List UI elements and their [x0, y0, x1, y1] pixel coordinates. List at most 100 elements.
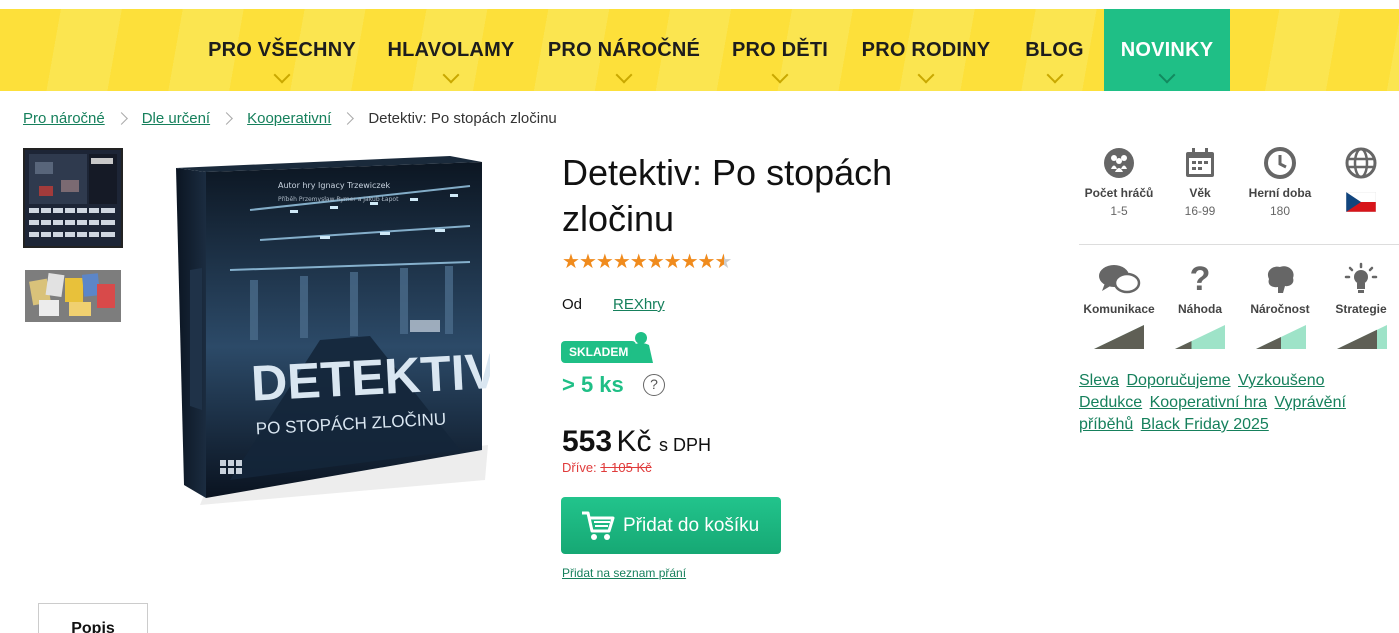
star-icon: ★	[629, 249, 648, 273]
tag-link[interactable]: Sleva	[1079, 372, 1119, 389]
attr-communication: Komunikace	[1074, 262, 1164, 316]
nav-pro-vsechny[interactable]: PRO VŠECHNY	[197, 9, 367, 91]
speech-bubbles-icon	[1099, 265, 1141, 294]
old-price: Dříve: 1 105 Kč	[562, 460, 652, 475]
czech-flag-icon	[1346, 192, 1376, 212]
attr-duration: Herní doba 180	[1235, 146, 1325, 218]
meter-strategy	[1337, 325, 1387, 349]
panel-divider	[1079, 244, 1399, 245]
question-mark-icon: ?	[1189, 260, 1211, 298]
nav-blog[interactable]: BLOG	[1010, 9, 1099, 91]
meter-track	[1175, 325, 1225, 349]
meter-fill	[1256, 337, 1281, 349]
old-price-value: 1 105 Kč	[600, 460, 652, 475]
nav-hlavolamy[interactable]: HLAVOLAMY	[372, 9, 530, 91]
star-icon: ★	[612, 249, 631, 273]
attr-language	[1316, 146, 1399, 212]
product-thumbnail[interactable]	[23, 148, 123, 248]
chevron-right-icon	[220, 111, 233, 125]
attr-difficulty: Náročnost	[1235, 262, 1325, 316]
meter-chance	[1175, 325, 1225, 349]
meter-difficulty	[1256, 325, 1306, 349]
box-artwork: Autor hry Ignacy Trzewiczek Příběh Przem…	[176, 156, 500, 505]
main-nav: PRO VŠECHNY HLAVOLAMY PRO NÁROČNÉ PRO DĚ…	[0, 9, 1399, 91]
chevron-right-icon	[114, 111, 128, 125]
players-icon	[1104, 148, 1134, 178]
breadcrumb: Pro náročné Dle určení Kooperativní Dete…	[23, 108, 557, 128]
wishlist-link[interactable]: Přidat na seznam přání	[562, 566, 686, 580]
attr-age: Věk 16-99	[1155, 146, 1245, 218]
old-price-label: Dříve:	[562, 460, 597, 475]
components-image	[25, 270, 121, 322]
tag-link[interactable]: Dedukce	[1079, 394, 1142, 411]
add-to-cart-label: Přidat do košíku	[623, 514, 760, 536]
attr-label: Strategie	[1335, 302, 1387, 316]
attr-label: Komunikace	[1083, 302, 1155, 316]
chevron-down-icon	[442, 66, 460, 84]
breadcrumb-link[interactable]: Pro náročné	[23, 110, 105, 127]
chevron-down-icon	[273, 66, 291, 84]
brain-icon	[1267, 266, 1294, 293]
breadcrumb-current: Detektiv: Po stopách zločinu	[368, 109, 557, 127]
attr-label: Věk	[1189, 186, 1211, 200]
tag-link[interactable]: Black Friday 2025	[1141, 416, 1269, 433]
tag-list: Sleva Doporučujeme Vyzkoušeno Dedukce Ko…	[1079, 370, 1389, 436]
star-icon: ★	[714, 249, 733, 273]
box-story-text: Příběh Przemysław Rymer a Jakub Łapot	[278, 196, 399, 203]
rating-stars: ★ ★ ★ ★ ★ ★ ★ ★ ★ ★	[562, 249, 733, 273]
tag-link[interactable]: Kooperativní hra	[1150, 394, 1267, 411]
lightbulb-icon	[1344, 262, 1378, 293]
price-value: 553	[562, 425, 613, 458]
attr-label: Počet hráčů	[1084, 186, 1154, 200]
meter-communication	[1094, 325, 1144, 349]
nav-pro-rodiny[interactable]: PRO RODINY	[847, 9, 1005, 91]
chevron-down-icon	[1158, 66, 1176, 84]
help-icon[interactable]: ?	[643, 374, 665, 396]
price-currency: Kč	[616, 425, 652, 458]
attr-label: Náhoda	[1177, 302, 1222, 316]
price: 553 Kč s DPH	[562, 425, 711, 459]
attr-players: Počet hráčů 1-5	[1074, 146, 1164, 218]
star-icon: ★	[578, 249, 597, 273]
nav-label: BLOG	[1025, 38, 1084, 61]
star-icon: ★	[680, 249, 699, 273]
meter-fill	[1337, 329, 1377, 349]
nav-label: NOVINKY	[1120, 38, 1214, 61]
publisher-link[interactable]: REXhry	[613, 296, 665, 313]
attr-value: 16-99	[1184, 204, 1216, 218]
publisher-label: Od	[562, 296, 583, 313]
nav-label: PRO DĚTI	[731, 38, 829, 61]
attr-label: Herní doba	[1248, 186, 1312, 200]
calendar-icon	[1186, 148, 1214, 177]
nav-pro-deti[interactable]: PRO DĚTI	[718, 9, 842, 91]
nav-label: HLAVOLAMY	[387, 38, 515, 61]
nav-label: PRO VŠECHNY	[208, 38, 356, 61]
nav-label: PRO RODINY	[861, 38, 991, 61]
tag-link[interactable]: Vyzkoušeno	[1238, 372, 1325, 389]
chevron-down-icon	[615, 66, 633, 84]
nav-pro-narocne[interactable]: PRO NÁROČNÉ	[535, 9, 713, 91]
stock-count: > 5 ks	[562, 372, 624, 397]
product-thumbnail[interactable]	[23, 268, 123, 324]
add-to-cart-button[interactable]: Přidat do košíku	[561, 497, 781, 554]
breadcrumb-link[interactable]: Dle určení	[142, 110, 210, 127]
clock-icon	[1264, 147, 1296, 179]
price-vat: s DPH	[658, 435, 711, 455]
star-icon: ★	[562, 249, 580, 273]
product-box-image[interactable]: Autor hry Ignacy Trzewiczek Příběh Przem…	[170, 150, 500, 510]
chevron-down-icon	[1046, 66, 1063, 84]
star-icon: ★	[663, 249, 682, 273]
tab-description[interactable]: Popis	[38, 603, 148, 633]
box-author-text: Autor hry Ignacy Trzewiczek	[278, 181, 391, 190]
attr-label: Náročnost	[1250, 302, 1310, 316]
meter-fill	[1175, 341, 1192, 349]
star-icon: ★	[646, 249, 665, 273]
board-image	[25, 150, 121, 246]
breadcrumb-link[interactable]: Kooperativní	[247, 110, 331, 127]
nav-novinky[interactable]: NOVINKY	[1104, 9, 1230, 91]
attr-value: 1-5	[1110, 204, 1128, 218]
top-strip	[0, 0, 1399, 9]
nav-label: PRO NÁROČNÉ	[547, 38, 701, 61]
tag-link[interactable]: Doporučujeme	[1126, 372, 1230, 389]
product-title: Detektiv: Po stopách zločinu	[562, 152, 893, 239]
